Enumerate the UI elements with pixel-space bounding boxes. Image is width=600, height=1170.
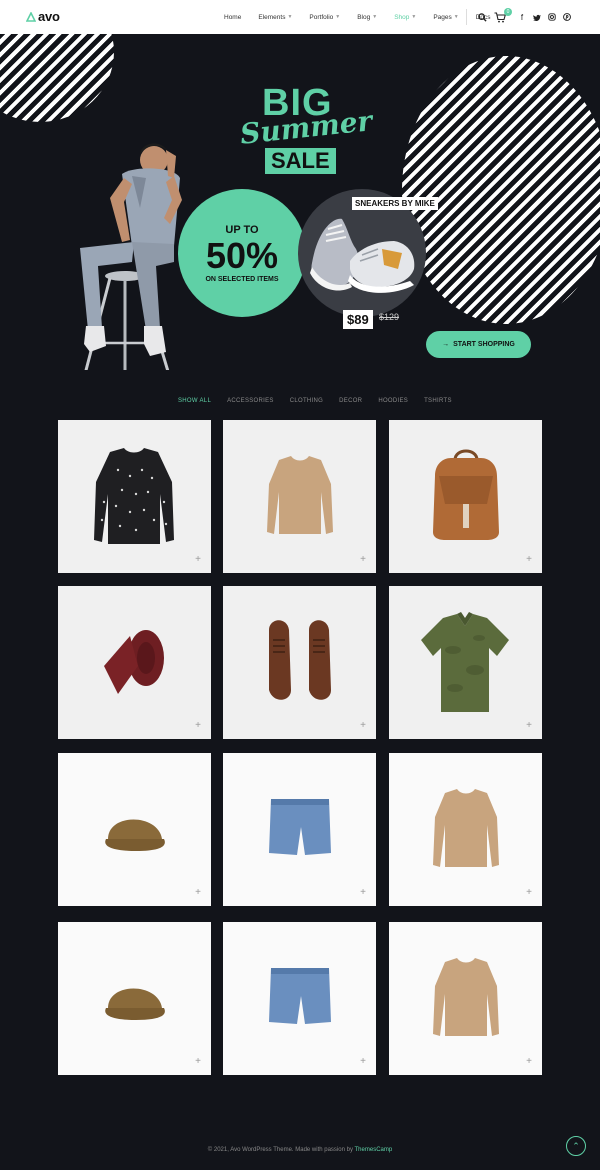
striped-circle-decoration — [402, 56, 600, 324]
product-card[interactable]: + — [58, 420, 211, 573]
shoes-icon — [269, 620, 331, 700]
product-filters: SHOW ALL ACCESSORIES CLOTHING DECOR HOOD… — [170, 398, 460, 404]
nav-item-blog[interactable]: Blog ▼ — [349, 14, 386, 21]
polo-icon — [421, 612, 509, 712]
logo[interactable]: avo — [26, 9, 60, 24]
nav-item-home[interactable]: Home — [216, 14, 250, 21]
footer-text: © 2021, Avo WordPress Theme. Made with p… — [207, 1147, 353, 1153]
sweater-tan-icon — [267, 456, 333, 534]
plus-icon[interactable]: + — [195, 887, 201, 898]
filter-clothing[interactable]: CLOTHING — [282, 398, 331, 404]
hero-headline-sale: SALE — [265, 148, 336, 175]
nav-item-pages[interactable]: Pages ▼ — [425, 14, 467, 21]
nav-item-portfolio[interactable]: Portfolio ▼ — [301, 14, 349, 21]
cap-icon — [105, 988, 165, 1020]
hero-banner: BIG Summer SALE UP TO 50% ON SELECTED IT… — [0, 34, 600, 370]
discount-circle: UP TO 50% ON SELECTED ITEMS — [178, 189, 306, 317]
filter-show-all[interactable]: SHOW ALL — [170, 398, 219, 404]
plus-icon[interactable]: + — [360, 554, 366, 565]
plus-icon[interactable]: + — [526, 887, 532, 898]
pinterest-icon[interactable] — [561, 11, 573, 23]
chevron-down-icon: ▼ — [411, 14, 417, 20]
chevron-down-icon: ▼ — [287, 14, 293, 20]
product-card[interactable]: + — [389, 753, 542, 906]
plus-icon[interactable]: + — [526, 554, 532, 565]
nav-item-elements[interactable]: Elements ▼ — [250, 14, 301, 21]
product-card[interactable]: + — [223, 922, 376, 1075]
filter-accessories[interactable]: ACCESSORIES — [219, 398, 282, 404]
plus-icon[interactable]: + — [526, 720, 532, 731]
discount-suffix: ON SELECTED ITEMS — [205, 275, 279, 283]
header-divider — [466, 9, 467, 25]
discount-prefix: UP TO — [225, 223, 259, 236]
start-shopping-button[interactable]: → START SHOPPING — [426, 331, 531, 358]
backpack-icon — [433, 449, 499, 540]
tie-icon — [104, 630, 164, 694]
plus-icon[interactable]: + — [360, 720, 366, 731]
plus-icon[interactable]: + — [360, 1056, 366, 1067]
striped-circle-decoration — [0, 34, 114, 122]
product-card[interactable]: + — [389, 586, 542, 739]
model-on-stool-image — [80, 143, 182, 370]
plus-icon[interactable]: + — [195, 554, 201, 565]
chevron-down-icon: ▼ — [335, 14, 341, 20]
product-card[interactable]: + — [389, 420, 542, 573]
sweater-dark-icon — [94, 448, 174, 544]
search-icon[interactable] — [476, 11, 488, 23]
cap-icon — [105, 819, 165, 851]
discount-percent: 50% — [205, 234, 279, 276]
chevron-down-icon: ▼ — [372, 14, 378, 20]
shorts-icon — [269, 968, 331, 1024]
footer-credit-link[interactable]: ThemesCamp — [355, 1147, 393, 1153]
product-card[interactable]: + — [58, 753, 211, 906]
site-footer: © 2021, Avo WordPress Theme. Made with p… — [0, 1147, 600, 1153]
plus-icon[interactable]: + — [360, 887, 366, 898]
product-card[interactable]: + — [223, 586, 376, 739]
product-card[interactable]: + — [223, 753, 376, 906]
product-card[interactable]: + — [58, 586, 211, 739]
facebook-icon[interactable]: f — [516, 11, 528, 23]
cart-count-badge: 0 — [504, 8, 512, 16]
plus-icon[interactable]: + — [526, 1056, 532, 1067]
hero-headline-summer: Summer — [238, 104, 374, 151]
logo-text: avo — [38, 9, 60, 24]
site-header: avo Home Elements ▼ Portfolio ▼ Blog ▼ Shop… — [0, 0, 600, 34]
sweater-tan-icon — [433, 958, 499, 1036]
shorts-icon — [269, 799, 331, 855]
product-card[interactable]: + — [389, 922, 542, 1075]
scroll-to-top-button[interactable]: ⌃ — [566, 1136, 586, 1156]
main-nav: Home Elements ▼ Portfolio ▼ Blog ▼ Shop ▼ Pa… — [216, 0, 500, 34]
product-card[interactable]: + — [223, 420, 376, 573]
nav-item-shop[interactable]: Shop ▼ — [386, 14, 425, 21]
arrow-right-icon: → — [442, 341, 450, 348]
product-card[interactable]: + — [58, 922, 211, 1075]
plus-icon[interactable]: + — [195, 1056, 201, 1067]
sweater-tan-icon — [433, 789, 499, 867]
filter-tshirts[interactable]: TSHIRTS — [416, 398, 460, 404]
filter-hoodies[interactable]: HOODIES — [370, 398, 416, 404]
product-tag: SNEAKERS BY MIKE — [352, 197, 438, 210]
chevron-down-icon: ▼ — [453, 14, 459, 20]
logo-mark-icon — [26, 11, 36, 22]
instagram-icon[interactable] — [546, 11, 558, 23]
twitter-icon[interactable] — [531, 11, 543, 23]
filter-decor[interactable]: DECOR — [331, 398, 370, 404]
chevron-up-icon: ⌃ — [572, 1140, 580, 1151]
product-price: $89 — [343, 310, 373, 329]
plus-icon[interactable]: + — [195, 720, 201, 731]
product-old-price: $129 — [379, 312, 400, 322]
